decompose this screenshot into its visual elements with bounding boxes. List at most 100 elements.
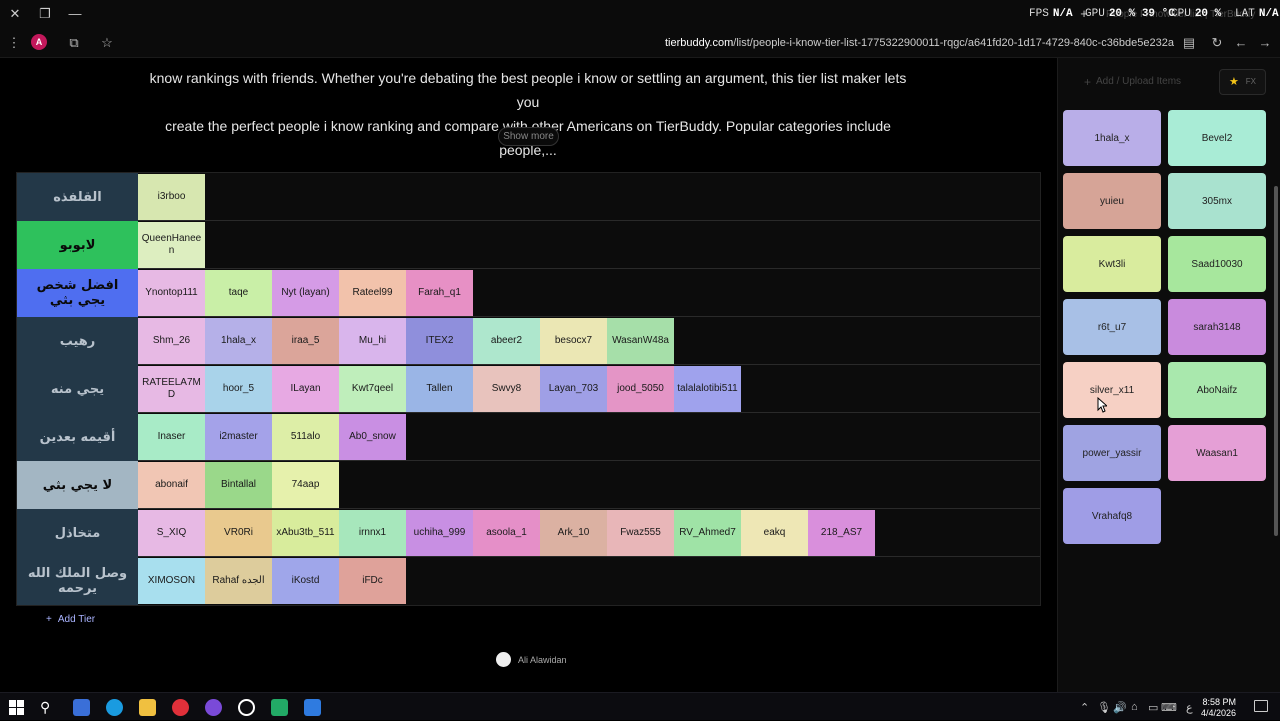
tier-item[interactable]: 1hala_x (205, 318, 272, 364)
tier-item[interactable]: Ark_10 (540, 510, 607, 556)
microphone-icon[interactable]: 🎙 (1097, 701, 1111, 714)
chevron-up-icon[interactable]: ⌃ (1080, 701, 1089, 714)
tier-item[interactable]: abonaif (138, 462, 205, 508)
tier-item[interactable]: Ab0_snow (339, 414, 406, 460)
tier-item[interactable]: VR0Ri (205, 510, 272, 556)
tier-label[interactable]: يجي منه (17, 365, 138, 413)
browser-app-icon[interactable] (205, 699, 222, 716)
tier-item[interactable]: i2master (205, 414, 272, 460)
pool-item[interactable]: Vrahafq8 (1063, 488, 1161, 544)
tier-label[interactable]: لا يجي بثي (17, 461, 138, 509)
bookmark-star-icon[interactable]: ☆ (99, 35, 115, 51)
tier-label[interactable]: لابوبو (17, 221, 138, 269)
tier-label[interactable]: أقيمه بعدين (17, 413, 138, 461)
fx-button[interactable]: ★ FX (1219, 69, 1266, 95)
tier-item[interactable]: 511alo (272, 414, 339, 460)
tier-item[interactable]: WasanW48a (607, 318, 674, 364)
add-tier-button[interactable]: + Add Tier (46, 614, 101, 625)
tier-item[interactable]: taqe (205, 270, 272, 316)
tier-item[interactable]: Rahaf الجده (205, 558, 272, 604)
tier-item[interactable]: ITEX2 (406, 318, 473, 364)
tier-item[interactable]: xAbu3tb_511 (272, 510, 339, 556)
tier-item[interactable]: Inaser (138, 414, 205, 460)
store-app-icon[interactable] (73, 699, 90, 716)
windows-start-icon[interactable] (8, 699, 25, 716)
tier-item[interactable]: hoor_5 (205, 366, 272, 412)
pool-item[interactable]: yuieu (1063, 173, 1161, 229)
pool-item[interactable]: r6t_u7 (1063, 299, 1161, 355)
tier-item[interactable]: irnnx1 (339, 510, 406, 556)
tier-item[interactable]: Farah_q1 (406, 270, 473, 316)
restore-icon[interactable]: ❐ (37, 6, 53, 22)
reader-mode-icon[interactable]: ▤ (1181, 35, 1197, 51)
monitor-icon[interactable]: ▭ (1148, 701, 1158, 714)
tier-item[interactable]: Rateel99 (339, 270, 406, 316)
pool-item[interactable]: Bevel2 (1168, 110, 1266, 166)
panel-scrollbar[interactable] (1274, 186, 1278, 536)
volume-icon[interactable]: 🔊 (1113, 701, 1127, 714)
tier-label[interactable]: القلفذه (17, 173, 138, 221)
opera-app-icon[interactable] (172, 699, 189, 716)
tier-item[interactable]: RV_Ahmed7 (674, 510, 741, 556)
tier-item[interactable]: besocx7 (540, 318, 607, 364)
tier-item[interactable]: iraa_5 (272, 318, 339, 364)
tier-item[interactable]: RATEELA7MD (138, 366, 205, 412)
app-icon[interactable] (271, 699, 288, 716)
tier-item[interactable]: S_XIQ (138, 510, 205, 556)
menu-dots-icon[interactable]: ⋮ (6, 35, 22, 51)
minimize-icon[interactable]: — (67, 6, 83, 22)
pool-item[interactable]: 305mx (1168, 173, 1266, 229)
tier-item[interactable]: Shm_26 (138, 318, 205, 364)
tier-item[interactable]: Fwaz555 (607, 510, 674, 556)
tier-item[interactable]: Ynontop111 (138, 270, 205, 316)
tier-item[interactable]: iFDc (339, 558, 406, 604)
profile-avatar[interactable]: A (31, 34, 47, 50)
pool-item[interactable]: power_yassir (1063, 425, 1161, 481)
tier-item[interactable]: iKostd (272, 558, 339, 604)
tier-item[interactable]: talalalotibi511 (674, 366, 741, 412)
tier-item[interactable]: Swvy8 (473, 366, 540, 412)
tier-label[interactable]: وصل الملك الله يرحمه (17, 557, 138, 605)
tier-item[interactable]: Bintallal (205, 462, 272, 508)
extensions-icon[interactable]: ⧉ (66, 35, 82, 51)
tier-item[interactable]: eakq (741, 510, 808, 556)
tier-item[interactable]: Kwt7qeel (339, 366, 406, 412)
tier-item[interactable]: Layan_703 (540, 366, 607, 412)
clock[interactable]: 8:58 PM 4/4/2026 (1201, 697, 1236, 719)
pool-item[interactable]: Saad10030 (1168, 236, 1266, 292)
explorer-app-icon[interactable] (139, 699, 156, 716)
tier-item[interactable]: QueenHaneen (138, 222, 205, 268)
keyboard-icon[interactable]: ⌨ (1161, 701, 1177, 714)
language-indicator[interactable]: ع (1186, 701, 1193, 714)
tier-label[interactable]: رهيب (17, 317, 138, 365)
back-icon[interactable]: ← (1233, 35, 1249, 51)
tier-label[interactable]: افضل شخص يجي بثي (17, 269, 138, 317)
pool-item[interactable]: silver_x11 (1063, 362, 1161, 418)
tier-item[interactable]: jood_5050 (607, 366, 674, 412)
app-icon-2[interactable] (304, 699, 321, 716)
tier-item[interactable]: Mu_hi (339, 318, 406, 364)
network-icon[interactable]: ⌂ (1131, 701, 1138, 713)
tier-item[interactable]: Nyt (layan) (272, 270, 339, 316)
pool-item[interactable]: sarah3148 (1168, 299, 1266, 355)
tier-item[interactable]: 218_AS7 (808, 510, 875, 556)
tier-item[interactable]: uchiha_999 (406, 510, 473, 556)
tier-item[interactable]: i3rboo (138, 174, 205, 220)
tier-item[interactable]: Tallen (406, 366, 473, 412)
pool-item[interactable]: 1hala_x (1063, 110, 1161, 166)
author[interactable]: Ali Alawidan (496, 652, 567, 667)
search-icon[interactable]: ⚲ (40, 699, 57, 716)
show-more-button[interactable]: Show more (498, 127, 559, 146)
settings-app-icon[interactable] (238, 699, 255, 716)
pool-item[interactable]: Kwt3li (1063, 236, 1161, 292)
tier-item[interactable]: ILayan (272, 366, 339, 412)
tier-label[interactable]: متخاذل (17, 509, 138, 557)
notification-icon[interactable] (1254, 700, 1268, 712)
tier-item[interactable]: 74aap (272, 462, 339, 508)
edge-app-icon[interactable] (106, 699, 123, 716)
tier-item[interactable]: asoola_1 (473, 510, 540, 556)
close-icon[interactable]: ✕ (7, 6, 23, 22)
forward-icon[interactable]: → (1257, 35, 1273, 51)
tier-item[interactable]: abeer2 (473, 318, 540, 364)
pool-item[interactable]: Waasan1 (1168, 425, 1266, 481)
